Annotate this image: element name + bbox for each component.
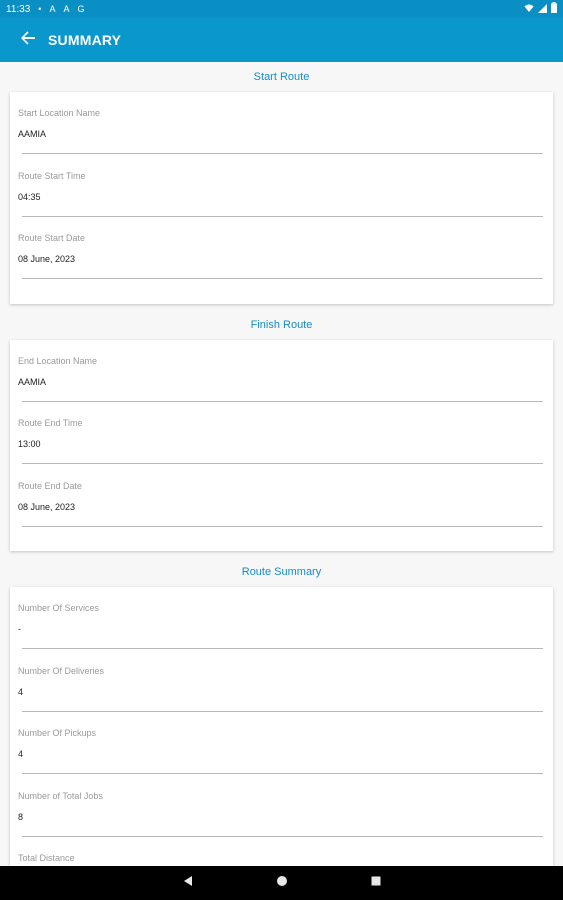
field-label: Start Location Name — [18, 108, 101, 118]
field-divider — [22, 400, 543, 402]
field-value: 4 — [18, 686, 24, 697]
field-label: Route End Time — [18, 418, 83, 428]
field-divider — [22, 215, 543, 217]
arrow-back-icon — [20, 30, 36, 51]
field-start-location-name: Start Location Name AAMIA — [18, 102, 543, 165]
field-value: 4 — [18, 749, 24, 759]
signal-icon — [538, 3, 547, 16]
nav-home-button[interactable] — [270, 871, 294, 895]
field-divider — [22, 525, 543, 527]
field-value: AAMIA — [18, 376, 47, 387]
notification-a-icon: A — [49, 3, 56, 14]
field-divider — [22, 463, 543, 464]
field-value: 13:00 — [18, 439, 41, 449]
status-right — [524, 2, 557, 16]
field-number-of-total-jobs: Number of Total Jobs 8 — [18, 785, 543, 848]
field-divider — [22, 278, 543, 279]
field-value: 08 June, 2023 — [18, 501, 76, 512]
field-value: 04:35 — [18, 191, 41, 202]
wifi-icon — [524, 3, 534, 16]
system-nav-bar — [0, 866, 563, 900]
back-button[interactable] — [18, 30, 38, 50]
home-circle-icon — [276, 874, 288, 892]
notification-dot-icon: • — [38, 3, 42, 14]
status-time: 11:33 — [6, 3, 31, 15]
field-number-of-pickups: Number Of Pickups 4 — [18, 722, 543, 785]
app-bar: SUMMARY — [0, 18, 563, 62]
field-label: Route End Date — [18, 480, 83, 491]
section-title-start-route: Start Route — [253, 71, 310, 83]
field-divider — [22, 710, 543, 712]
field-route-start-time: Route Start Time 04:35 — [18, 165, 543, 228]
card-start-route: Start Location Name AAMIA Route Start Ti… — [10, 92, 553, 304]
field-divider — [22, 835, 543, 837]
section-title-route-summary: Route Summary — [241, 566, 322, 578]
notification-a2-icon: A — [63, 3, 70, 14]
field-value: 8 — [18, 811, 24, 822]
field-label: Number of Total Jobs — [18, 790, 103, 801]
field-divider — [22, 648, 543, 649]
section-title-finish-route: Finish Route — [250, 318, 313, 331]
notification-g-icon: G — [77, 3, 85, 14]
status-bar: 11:33 • A A G — [0, 0, 563, 18]
field-number-of-services: Number Of Services - — [18, 597, 543, 660]
battery-icon — [551, 2, 557, 16]
field-total-distance: Total Distance — [18, 847, 543, 866]
card-finish-route: End Location Name AAMIA Route End Time 1… — [10, 339, 553, 551]
field-label: Number Of Deliveries — [18, 665, 105, 676]
field-label: Route Start Time — [18, 170, 86, 181]
field-label: End Location Name — [18, 355, 98, 366]
field-value: 08 June, 2023 — [18, 254, 76, 264]
field-divider — [22, 153, 543, 154]
summary-content[interactable]: Start Route Start Location Name AAMIA Ro… — [0, 62, 563, 866]
field-route-end-time: Route End Time 13:00 — [18, 412, 543, 475]
page-title: SUMMARY — [48, 32, 122, 48]
field-label: Number Of Pickups — [18, 728, 97, 738]
recents-square-icon — [370, 874, 382, 892]
status-left: 11:33 • A A G — [6, 4, 85, 15]
field-value: AAMIA — [18, 129, 47, 139]
field-label: Route Start Date — [18, 233, 86, 243]
field-number-of-deliveries: Number Of Deliveries 4 — [18, 660, 543, 723]
field-label: Total Distance — [18, 853, 75, 863]
field-label: Number Of Services — [18, 603, 100, 613]
card-route-summary: Number Of Services - Number Of Deliverie… — [10, 587, 553, 866]
field-route-start-date: Route Start Date 08 June, 2023 — [18, 227, 543, 290]
field-end-location-name: End Location Name AAMIA — [18, 350, 543, 413]
field-divider — [22, 773, 543, 774]
nav-recents-button[interactable] — [364, 871, 388, 895]
field-value: - — [18, 624, 21, 634]
nav-back-button[interactable] — [176, 871, 200, 895]
field-route-end-date: Route End Date 08 June, 2023 — [18, 475, 543, 538]
back-triangle-icon — [182, 874, 194, 892]
